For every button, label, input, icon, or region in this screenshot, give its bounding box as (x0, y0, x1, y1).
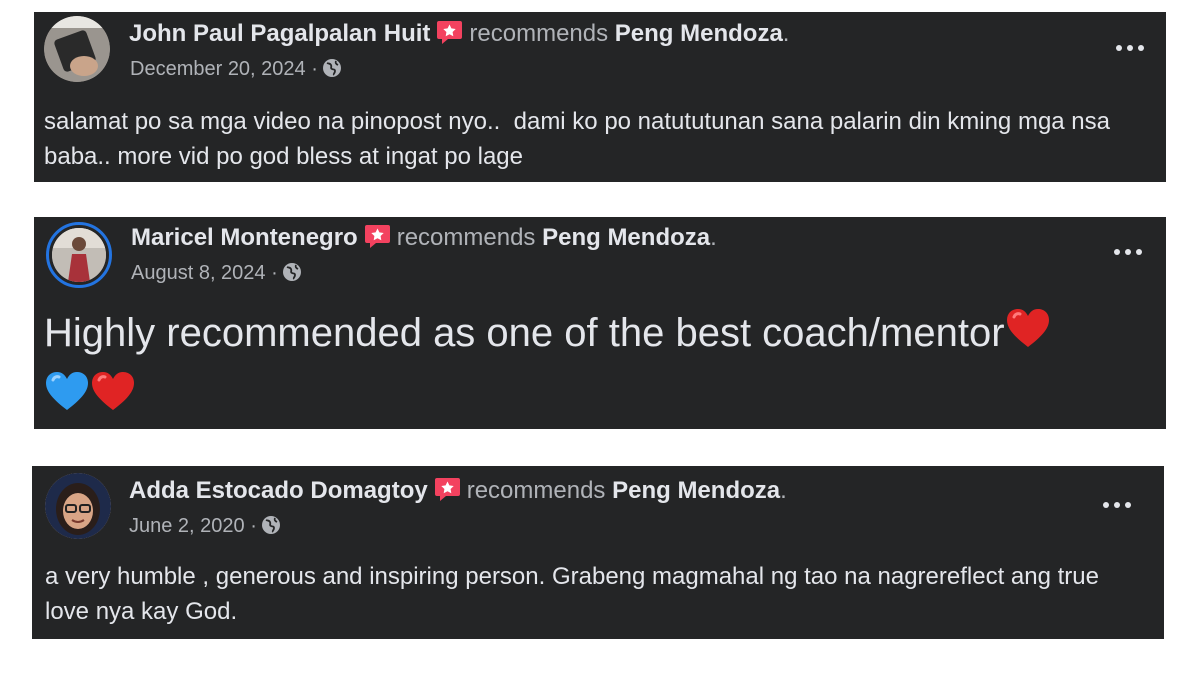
avatar[interactable] (46, 222, 112, 288)
red-heart-icon (1005, 307, 1051, 364)
dot (1116, 45, 1122, 51)
globe-icon (322, 58, 342, 78)
recommends-label: recommends (469, 20, 609, 47)
meta-separator: · (311, 58, 318, 80)
review-headline: Adda Estocado Domagtoy recommends Peng Me… (129, 476, 787, 504)
review-date[interactable]: August 8, 2024 (131, 262, 266, 284)
page-name[interactable]: Peng Mendoza (615, 20, 783, 47)
dot (1103, 502, 1109, 508)
meta-separator: · (250, 515, 257, 537)
recommendation-badge-icon (436, 19, 463, 46)
review-meta: December 20, 2024 · (130, 56, 342, 82)
globe-icon (282, 262, 302, 282)
author-name[interactable]: Adda Estocado Domagtoy (129, 477, 428, 504)
review-meta: August 8, 2024 · (131, 260, 302, 286)
review-text: a very humble , generous and inspiring p… (45, 563, 1099, 625)
review-headline: Maricel Montenegro recommends Peng Mendoz… (131, 223, 717, 251)
recommends-label: recommends (396, 224, 536, 251)
recommends-label: recommends (466, 477, 606, 504)
review-date[interactable]: June 2, 2020 (129, 515, 245, 537)
more-options-button[interactable] (1113, 41, 1147, 55)
more-options-button[interactable] (1111, 245, 1145, 259)
review-headline: John Paul Pagalpalan Huit recommends Peng… (129, 19, 790, 47)
review-text: Highly recommended as one of the best co… (44, 311, 1005, 355)
meta-separator: · (271, 262, 278, 284)
dot (1127, 45, 1133, 51)
avatar[interactable] (45, 473, 111, 539)
author-name[interactable]: John Paul Pagalpalan Huit (129, 20, 430, 47)
dot (1114, 502, 1120, 508)
dot (1125, 502, 1131, 508)
more-options-button[interactable] (1100, 498, 1134, 512)
dot (1114, 249, 1120, 255)
page-name[interactable]: Peng Mendoza (612, 477, 780, 504)
recommendation-badge-icon (434, 476, 461, 503)
red-heart-icon (90, 370, 136, 427)
emoji-row (44, 368, 1154, 427)
review-card: John Paul Pagalpalan Huit recommends Peng… (34, 12, 1166, 182)
review-card: Adda Estocado Domagtoy recommends Peng Me… (32, 466, 1164, 639)
page-name[interactable]: Peng Mendoza (542, 224, 710, 251)
dot (1138, 45, 1144, 51)
avatar[interactable] (44, 16, 110, 82)
blue-heart-icon (44, 370, 90, 427)
dot (1136, 249, 1142, 255)
globe-icon (261, 515, 281, 535)
review-text: salamat po sa mga video na pinopost nyo.… (44, 108, 1117, 170)
review-meta: June 2, 2020 · (129, 513, 281, 539)
dot (1125, 249, 1131, 255)
recommendation-badge-icon (364, 223, 391, 250)
review-date[interactable]: December 20, 2024 (130, 58, 306, 80)
review-card: Maricel Montenegro recommends Peng Mendoz… (34, 217, 1166, 429)
author-name[interactable]: Maricel Montenegro (131, 224, 358, 251)
review-text-large: Highly recommended as one of the best co… (44, 305, 1154, 427)
